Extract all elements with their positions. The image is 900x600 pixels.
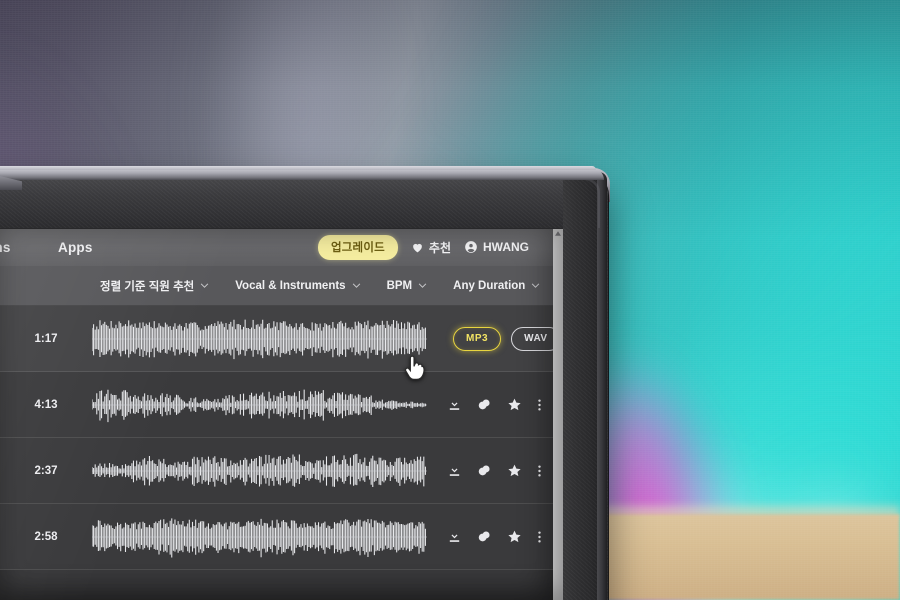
nav-link-apps[interactable]: Apps [58,240,93,255]
filter-sort-label: 정렬 기준 직원 추천 [100,280,195,293]
filter-duration[interactable]: Any Duration [453,280,540,292]
bezel-top-texture [0,178,600,228]
more-vertical-icon[interactable] [537,397,542,413]
chevron-down-icon [200,282,209,288]
similar-tracks-icon[interactable] [477,529,492,544]
download-icon[interactable] [447,463,462,478]
chevron-down-icon [532,282,540,288]
top-navigation-bar: gins Apps 업그레이드 추천 HWANG [0,228,553,266]
bezel-right-texture [563,178,600,600]
laptop-bezel-right [563,178,600,600]
table-row[interactable]: 1:17 MP3 WAV [0,306,553,372]
row-actions [435,529,553,545]
chevron-down-icon [352,282,360,288]
filter-sort[interactable]: 정렬 기준 직원 추천 [100,278,209,294]
filter-vocal-label: Vocal & Instruments [235,279,346,292]
track-duration: 1:17 [34,332,58,345]
table-row[interactable]: 4:13 [0,372,553,438]
nav-account-area: 업그레이드 추천 HWANG [318,228,529,266]
track-duration: 2:58 [34,530,58,543]
nav-links: gins Apps [0,240,93,255]
recommend-button[interactable]: 추천 [411,239,451,256]
more-vertical-icon[interactable] [537,463,542,479]
recommend-label: 추천 [428,240,451,255]
star-icon[interactable] [507,463,522,478]
waveform[interactable] [92,515,427,559]
waveform[interactable] [92,449,427,493]
heart-icon [413,243,422,252]
row-actions [435,463,553,479]
row-actions: MP3 WAV [435,326,553,351]
format-buttons: MP3 WAV [447,326,553,351]
nav-link-plugins[interactable]: gins [0,240,30,255]
star-icon[interactable] [507,529,522,544]
user-circle-icon [465,241,477,253]
filter-vocal-instruments[interactable]: Vocal & Instruments [235,280,360,292]
filter-bar: 정렬 기준 직원 추천 Vocal & Instruments BPM Any … [0,266,553,306]
laptop-bezel-top [0,178,600,228]
table-row[interactable]: 2:37 [0,438,553,504]
format-wav-button[interactable]: WAV [511,326,553,351]
laptop-screen: gins Apps 업그레이드 추천 HWANG 정렬 기준 직원 추천 Voc… [0,228,553,600]
star-icon[interactable] [507,397,522,412]
caret-up-icon[interactable] [555,231,561,236]
laptop-lid-right-edge [597,172,607,600]
upgrade-button[interactable]: 업그레이드 [318,234,398,260]
user-name-label: HWANG [483,240,529,254]
download-icon[interactable] [447,397,462,412]
laptop-lid-edge-highlight [0,166,596,170]
waveform[interactable] [92,317,427,361]
track-list: 1:17 MP3 WAV 4:13 2:37 2:58 [0,306,553,570]
similar-tracks-icon[interactable] [477,463,492,478]
more-vertical-icon[interactable] [537,529,542,545]
track-duration: 4:13 [34,398,58,411]
track-duration: 2:37 [34,464,58,477]
chevron-down-icon [418,282,427,288]
download-icon[interactable] [447,529,462,544]
row-actions [435,397,553,413]
filter-duration-label: Any Duration [453,279,526,292]
similar-tracks-icon[interactable] [477,397,492,412]
user-menu-button[interactable]: HWANG [464,240,529,254]
waveform[interactable] [92,383,427,427]
filter-bpm-label: BPM [386,279,413,292]
table-row[interactable]: 2:58 [0,504,553,570]
format-mp3-button[interactable]: MP3 [453,326,502,351]
vertical-scrollbar[interactable] [553,228,563,600]
filter-bpm[interactable]: BPM [387,280,428,292]
